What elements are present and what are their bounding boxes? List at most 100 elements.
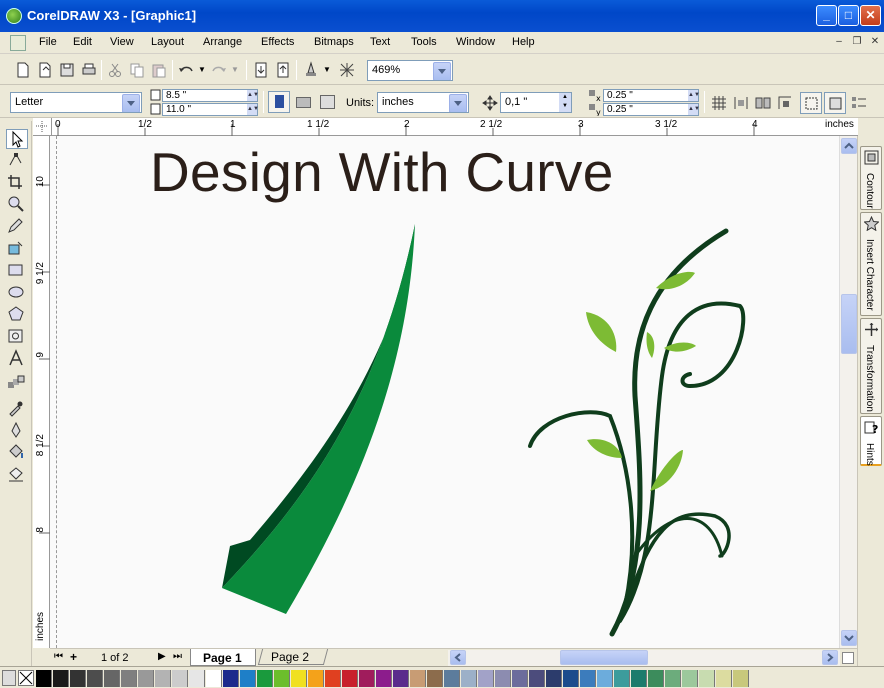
color-swatch[interactable] xyxy=(597,670,613,687)
scroll-down-button[interactable] xyxy=(841,630,857,646)
dup-y-spin-icon[interactable]: ▲▼ xyxy=(688,104,700,115)
scroll-up-button[interactable] xyxy=(841,138,857,154)
rectangle-tool[interactable] xyxy=(6,261,28,281)
color-swatch[interactable] xyxy=(461,670,477,687)
first-page-icon[interactable]: ⏮ xyxy=(54,651,63,662)
new-document-icon[interactable] xyxy=(14,61,32,79)
vertical-scrollbar[interactable] xyxy=(839,136,857,648)
color-swatch[interactable] xyxy=(53,670,69,687)
draw-preview-button[interactable] xyxy=(824,92,846,114)
color-swatch[interactable] xyxy=(410,670,426,687)
paste-icon[interactable] xyxy=(150,61,168,79)
horizontal-scrollbar[interactable] xyxy=(448,650,840,666)
ellipse-tool[interactable] xyxy=(6,283,28,303)
color-swatch[interactable] xyxy=(342,670,358,687)
menu-bitmaps[interactable]: Bitmaps xyxy=(314,36,354,48)
menu-tools[interactable]: Tools xyxy=(411,36,437,48)
plant-stems[interactable] xyxy=(528,228,746,637)
color-swatch[interactable] xyxy=(274,670,290,687)
landscape-button[interactable] xyxy=(292,91,314,113)
maximize-button[interactable]: □ xyxy=(838,5,859,26)
pick-tool[interactable] xyxy=(6,129,28,149)
color-swatch[interactable] xyxy=(189,670,205,687)
document-icon[interactable] xyxy=(10,35,26,51)
color-swatch[interactable] xyxy=(478,670,494,687)
units-dropdown-icon[interactable] xyxy=(449,94,467,112)
color-swatch[interactable] xyxy=(121,670,137,687)
doc-restore-button[interactable]: ❐ xyxy=(850,36,864,49)
color-swatch[interactable] xyxy=(223,670,239,687)
color-swatch[interactable] xyxy=(631,670,647,687)
zoom-dropdown-icon[interactable] xyxy=(433,62,451,80)
polygon-tool[interactable] xyxy=(6,305,28,325)
shape-tool[interactable] xyxy=(6,151,28,171)
interactive-fill-tool[interactable] xyxy=(6,465,28,485)
paper-width-field[interactable]: 8.5 " ▲▼ xyxy=(162,89,259,102)
zoom-tool[interactable] xyxy=(6,195,28,215)
scroll-left-button[interactable] xyxy=(450,650,466,665)
corel-online-icon[interactable] xyxy=(338,61,356,79)
docker-tab-contour[interactable]: Contour xyxy=(860,146,882,210)
save-icon[interactable] xyxy=(58,61,76,79)
freehand-tool[interactable] xyxy=(6,217,28,237)
horizontal-scroll-thumb[interactable] xyxy=(560,650,648,665)
height-spin-icon[interactable]: ▲▼ xyxy=(247,104,259,115)
color-swatch[interactable] xyxy=(512,670,528,687)
last-page-icon[interactable]: ⏭ xyxy=(173,651,182,662)
outline-tool[interactable] xyxy=(6,421,28,441)
paper-height-field[interactable]: 11.0 " ▲▼ xyxy=(162,103,259,116)
menu-window[interactable]: Window xyxy=(456,36,495,48)
options-icon[interactable] xyxy=(850,94,868,112)
undo-icon[interactable] xyxy=(177,61,195,79)
color-swatch[interactable] xyxy=(104,670,120,687)
drawing-canvas[interactable]: Design With Curve xyxy=(50,136,839,648)
duplicate-distance-y-field[interactable]: 0.25 " ▲▼ xyxy=(603,103,700,116)
all-pages-button[interactable] xyxy=(316,91,338,113)
color-swatch[interactable] xyxy=(138,670,154,687)
color-swatch[interactable] xyxy=(206,670,222,687)
color-swatch[interactable] xyxy=(291,670,307,687)
dynamic-guides-icon[interactable] xyxy=(776,94,794,112)
color-swatch[interactable] xyxy=(70,670,86,687)
color-swatch[interactable] xyxy=(444,670,460,687)
zoom-levels-combo[interactable]: 469% xyxy=(367,60,453,81)
menu-effects[interactable]: Effects xyxy=(261,36,294,48)
menu-view[interactable]: View xyxy=(110,36,134,48)
color-swatch[interactable] xyxy=(563,670,579,687)
crop-tool[interactable] xyxy=(6,173,28,193)
color-swatch[interactable] xyxy=(580,670,596,687)
open-document-icon[interactable] xyxy=(36,61,54,79)
interactive-blend-tool[interactable] xyxy=(6,373,28,393)
color-swatch[interactable] xyxy=(427,670,443,687)
doc-minimize-button[interactable]: – xyxy=(832,36,846,49)
add-page-icon[interactable]: + xyxy=(70,650,77,664)
color-swatch[interactable] xyxy=(733,670,749,687)
color-swatch[interactable] xyxy=(529,670,545,687)
coreldraw-app-icon[interactable] xyxy=(6,8,22,24)
next-page-icon[interactable]: ▶ xyxy=(158,651,166,662)
cut-icon[interactable] xyxy=(106,61,124,79)
export-icon[interactable] xyxy=(274,61,292,79)
color-swatch[interactable] xyxy=(495,670,511,687)
redo-icon[interactable] xyxy=(210,61,228,79)
redo-dropdown-icon[interactable]: ▼ xyxy=(231,65,239,74)
smart-fill-tool[interactable] xyxy=(6,239,28,259)
width-spin-icon[interactable]: ▲▼ xyxy=(247,90,259,101)
nudge-spin-icon[interactable]: ▲ ▼ xyxy=(559,93,571,112)
units-combo[interactable]: inches xyxy=(377,92,469,113)
snap-to-objects-icon[interactable] xyxy=(754,94,772,112)
page-tab-2[interactable]: Page 2 xyxy=(257,649,329,665)
doc-close-button[interactable]: ✕ xyxy=(868,36,882,49)
application-launcher-icon[interactable] xyxy=(302,61,320,79)
color-swatch[interactable] xyxy=(308,670,324,687)
dup-x-spin-icon[interactable]: ▲▼ xyxy=(688,90,700,101)
vertical-scroll-thumb[interactable] xyxy=(841,294,857,354)
horizontal-ruler[interactable]: 0 1/2 1 1 1/2 2 2 1/2 3 3 1/2 4 inches xyxy=(52,118,858,136)
snap-to-guidelines-icon[interactable] xyxy=(732,94,750,112)
scroll-right-button[interactable] xyxy=(822,650,838,665)
basic-shapes-tool[interactable] xyxy=(6,327,28,347)
undo-dropdown-icon[interactable]: ▼ xyxy=(198,65,206,74)
color-swatch[interactable] xyxy=(87,670,103,687)
paper-type-dropdown-icon[interactable] xyxy=(122,94,140,112)
portrait-button[interactable] xyxy=(268,91,290,113)
